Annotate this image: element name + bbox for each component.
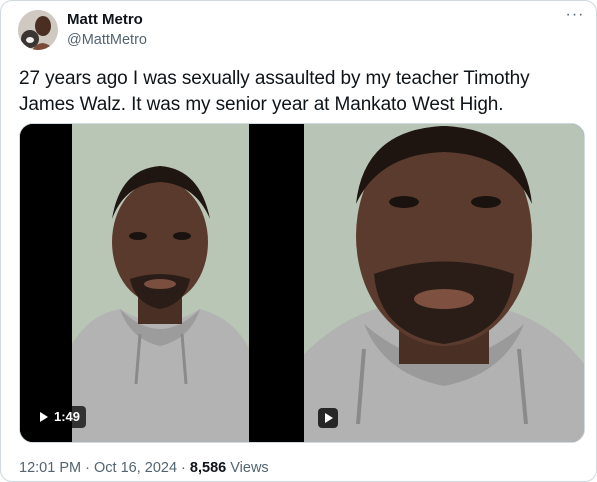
play-triangle bbox=[325, 413, 333, 423]
play-icon bbox=[40, 412, 48, 422]
tweet-text: 27 years ago I was sexually assaulted by… bbox=[19, 68, 530, 115]
more-options-icon[interactable]: ··· bbox=[563, 7, 587, 25]
video-thumbnail-1[interactable]: 1:49 bbox=[20, 124, 301, 442]
video-duration: 1:49 bbox=[54, 409, 81, 424]
video-2-frame bbox=[304, 124, 584, 442]
tweet-time[interactable]: 12:01 PM bbox=[19, 460, 81, 476]
video-1-frame bbox=[20, 124, 301, 442]
video-thumbnail-2[interactable] bbox=[304, 124, 584, 442]
views-label: Views bbox=[230, 460, 269, 476]
tweet-card: Matt Metro @MattMetro ··· 27 years ago I… bbox=[0, 0, 597, 482]
tweet-date[interactable]: Oct 16, 2024 bbox=[94, 460, 177, 476]
meta-separator: · bbox=[181, 460, 186, 476]
tweet-meta: 12:01 PM · Oct 16, 2024 · 8,586 Views bbox=[19, 459, 269, 477]
author-name[interactable]: Matt Metro bbox=[67, 11, 143, 29]
play-icon bbox=[318, 408, 338, 428]
avatar-image bbox=[18, 10, 58, 50]
video-duration-badge: 1:49 bbox=[34, 406, 87, 428]
author-handle[interactable]: @MattMetro bbox=[67, 31, 147, 49]
meta-separator: · bbox=[85, 460, 90, 476]
profile-avatar[interactable] bbox=[18, 10, 58, 50]
views-count: 8,586 bbox=[189, 460, 227, 476]
media-grid: 1:49 bbox=[19, 123, 585, 443]
